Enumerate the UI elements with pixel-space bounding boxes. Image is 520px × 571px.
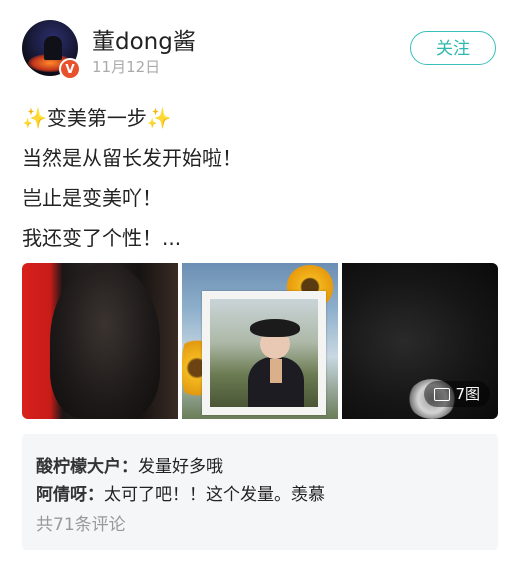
- post-line-3: 岂止是变美吖！: [22, 186, 162, 210]
- post-line-4: 我还变了个性！...: [22, 226, 182, 250]
- portrait-hat: [250, 319, 300, 337]
- hair-photo: [50, 263, 160, 419]
- avatar-silhouette: [44, 36, 62, 60]
- post-text[interactable]: ✨变美第一步✨ 当然是从留长发开始啦！ 岂止是变美吖！ 我还变了个性！...: [22, 98, 498, 258]
- portrait-photo: [210, 299, 318, 407]
- sparkle-icon: ✨: [22, 106, 47, 130]
- post-date: 11月12日: [92, 58, 161, 76]
- post-header: V 董dong酱 11月12日 关注: [22, 20, 498, 80]
- portrait-frame: [202, 291, 326, 415]
- comment-author: 酸柠檬大户：: [36, 457, 138, 477]
- follow-button[interactable]: 关注: [410, 31, 496, 65]
- comment-text: 太可了吧！！这个发量。羡慕: [104, 485, 325, 505]
- image-grid: 7图: [22, 263, 498, 419]
- image-thumbnail-2[interactable]: [182, 263, 338, 419]
- sparkle-icon: ✨: [146, 106, 172, 130]
- comment-item: 酸柠檬大户：发量好多哦: [36, 452, 223, 477]
- comment-author: 阿倩呀：: [36, 485, 104, 505]
- portrait-bow: [270, 359, 282, 383]
- verified-badge-icon: V: [59, 58, 81, 80]
- comment-count-link[interactable]: 共71条评论: [36, 510, 126, 535]
- image-stack-icon: [434, 387, 451, 401]
- username[interactable]: 董dong酱: [92, 22, 196, 56]
- image-thumbnail-1[interactable]: [22, 263, 178, 419]
- comment-item: 阿倩呀：太可了吧！！这个发量。羡慕: [36, 480, 325, 505]
- post-line-1: ✨变美第一步✨: [22, 98, 498, 138]
- image-thumbnail-3[interactable]: 7图: [342, 263, 498, 419]
- post-line-2: 当然是从留长发开始啦！: [22, 146, 242, 170]
- comments-preview[interactable]: 酸柠檬大户：发量好多哦 阿倩呀：太可了吧！！这个发量。羡慕 共71条评论: [22, 434, 498, 550]
- image-count-badge: 7图: [424, 381, 490, 407]
- comment-text: 发量好多哦: [138, 457, 223, 477]
- image-count-label: 7图: [455, 385, 480, 403]
- post-line-1-text: 变美第一步: [46, 106, 147, 130]
